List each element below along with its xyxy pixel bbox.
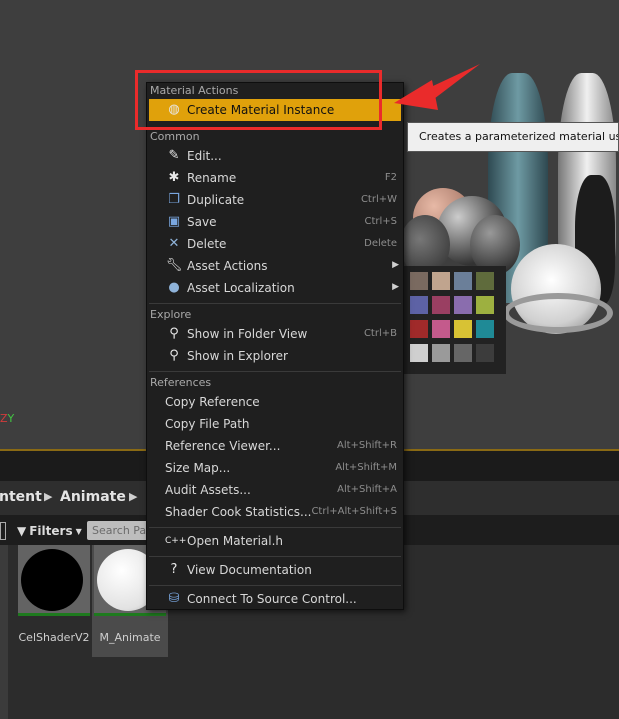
menu-separator <box>149 303 401 304</box>
menu-item-asset-actions[interactable]: 🔧︎ Asset Actions ▶ <box>149 255 401 277</box>
filters-button[interactable]: ▼ Filters ▼ <box>17 521 82 541</box>
menu-item-asset-localization[interactable]: ● Asset Localization ▶ <box>149 277 401 299</box>
menu-item-open-material-h[interactable]: C++ Open Material.h <box>149 530 401 552</box>
sphere-pedestal <box>503 293 613 333</box>
menu-item-size-map[interactable]: Size Map... Alt+Shift+M <box>149 457 401 479</box>
menu-separator <box>149 585 401 586</box>
rename-icon: ✱ <box>168 170 180 185</box>
breadcrumb-arrow-icon[interactable]: ▶ <box>129 490 137 503</box>
sources-panel-edge <box>0 545 8 719</box>
chevron-down-icon: ▼ <box>75 526 82 536</box>
menu-item-delete[interactable]: ✕ Delete Delete <box>149 233 401 255</box>
filter-funnel-icon: ▼ <box>17 524 27 538</box>
search-icon: ⚲ <box>169 326 179 341</box>
save-icon: ▣ <box>167 214 181 229</box>
menu-item-duplicate[interactable]: ❐ Duplicate Ctrl+W <box>149 189 401 211</box>
sources-toggle[interactable] <box>0 522 6 540</box>
delete-icon: ✕ <box>168 236 180 251</box>
menu-separator <box>149 371 401 372</box>
asset-context-menu: Material Actions ◍ Create Material Insta… <box>146 82 404 610</box>
breadcrumb-animate[interactable]: Animate <box>60 489 126 505</box>
asset-tile-celshaderv2[interactable]: CelShaderV2 <box>16 545 92 657</box>
help-icon: ? <box>170 562 178 577</box>
color-checker-chart <box>398 266 506 374</box>
wrench-icon: 🔧︎ <box>165 258 183 273</box>
edit-icon: ✎ <box>168 148 180 163</box>
section-header-explore: Explore <box>150 308 192 321</box>
asset-name: CelShaderV2 <box>18 631 90 644</box>
annotation-highlight-box <box>135 70 382 130</box>
menu-item-copy-reference[interactable]: Copy Reference <box>149 391 401 413</box>
menu-item-save[interactable]: ▣ Save Ctrl+S <box>149 211 401 233</box>
menu-item-show-in-folder-view[interactable]: ⚲ Show in Folder View Ctrl+B <box>149 323 401 345</box>
material-preview-sphere <box>21 549 83 611</box>
menu-item-shader-cook-statistics[interactable]: Shader Cook Statistics... Ctrl+Alt+Shift… <box>149 501 401 523</box>
code-file-icon: C++ <box>165 536 187 546</box>
breadcrumb-content[interactable]: ntent <box>0 489 42 505</box>
menu-item-rename[interactable]: ✱ Rename F2 <box>149 167 401 189</box>
menu-item-view-documentation[interactable]: ? View Documentation <box>149 559 401 581</box>
menu-separator <box>149 556 401 557</box>
menu-item-show-in-explorer[interactable]: ⚲ Show in Explorer <box>149 345 401 367</box>
search-icon: ⚲ <box>169 348 179 363</box>
menu-item-connect-to-source-control[interactable]: ⛁ Connect To Source Control... <box>149 588 401 610</box>
menu-item-edit[interactable]: ✎ Edit... <box>149 145 401 167</box>
breadcrumb-arrow-icon[interactable]: ▶ <box>44 490 52 503</box>
menu-separator <box>149 527 401 528</box>
section-header-common: Common <box>150 130 200 143</box>
globe-icon: ● <box>168 280 180 295</box>
submenu-arrow-icon: ▶ <box>392 282 399 292</box>
asset-name: M_Animate <box>99 631 161 644</box>
menu-item-copy-file-path[interactable]: Copy File Path <box>149 413 401 435</box>
axis-gizmo: ZY <box>0 412 15 425</box>
submenu-arrow-icon: ▶ <box>392 260 399 270</box>
tooltip: Creates a parameterized material using <box>407 122 619 152</box>
section-header-references: References <box>150 376 212 389</box>
source-control-icon: ⛁ <box>168 591 180 606</box>
search-input[interactable]: Search Pa <box>87 521 152 540</box>
menu-item-audit-assets[interactable]: Audit Assets... Alt+Shift+A <box>149 479 401 501</box>
filters-label: Filters <box>29 524 73 538</box>
menu-item-reference-viewer[interactable]: Reference Viewer... Alt+Shift+R <box>149 435 401 457</box>
duplicate-icon: ❐ <box>168 192 180 207</box>
asset-thumbnail <box>18 545 90 616</box>
